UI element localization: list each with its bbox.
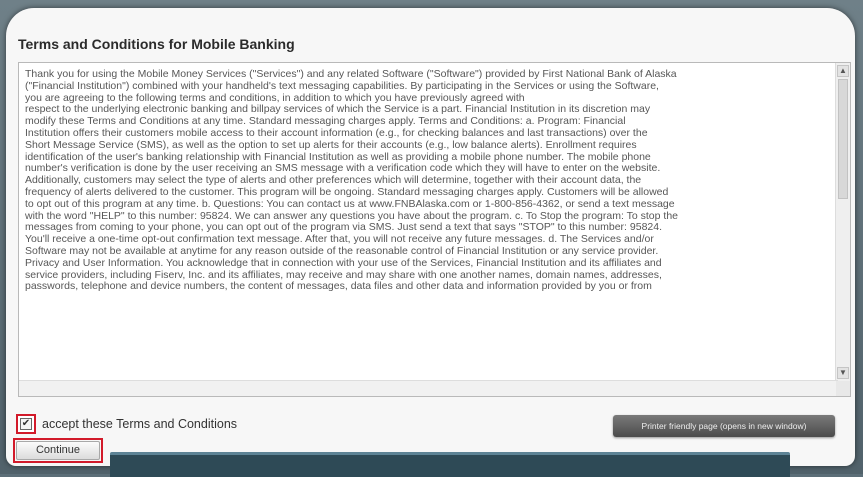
checkbox-highlight: ✔ [16,414,36,434]
terms-textarea[interactable]: Thank you for using the Mobile Money Ser… [18,62,851,397]
footer-banner [110,452,790,477]
continue-button[interactable]: Continue [16,441,100,460]
terms-line: passwords, telephone and device numbers,… [25,280,652,293]
terms-line: Privacy and User Information. You acknow… [25,256,662,269]
accept-checkbox[interactable]: ✔ [20,418,32,430]
accept-row: ✔ accept these Terms and Conditions [16,414,237,434]
terms-line: Institution offers their customers mobil… [25,126,648,139]
scrollbar-thumb[interactable] [838,79,848,199]
printer-friendly-button[interactable]: Printer friendly page (opens in new wind… [613,415,835,437]
terms-line: Short Message Service (SMS), as well as … [25,138,637,151]
terms-text: Thank you for using the Mobile Money Ser… [25,69,833,369]
accept-label[interactable]: accept these Terms and Conditions [42,417,237,431]
terms-line: to opt out of this program at any time. … [25,197,675,210]
vertical-scrollbar[interactable]: ▲ ▼ [835,63,850,381]
terms-line: ("Financial Institution") combined with … [25,79,659,92]
scroll-up-icon[interactable]: ▲ [837,65,849,77]
terms-line: frequency of alerts delivered to the cus… [25,185,669,198]
scroll-down-icon[interactable]: ▼ [837,367,849,379]
page-background: Terms and Conditions for Mobile Banking … [0,0,863,477]
horizontal-scrollbar[interactable] [19,380,838,396]
scrollbar-corner [836,381,850,396]
terms-line: Software may not be available at anytime… [25,244,659,257]
terms-panel: Terms and Conditions for Mobile Banking … [6,8,855,466]
page-title: Terms and Conditions for Mobile Banking [18,36,295,52]
